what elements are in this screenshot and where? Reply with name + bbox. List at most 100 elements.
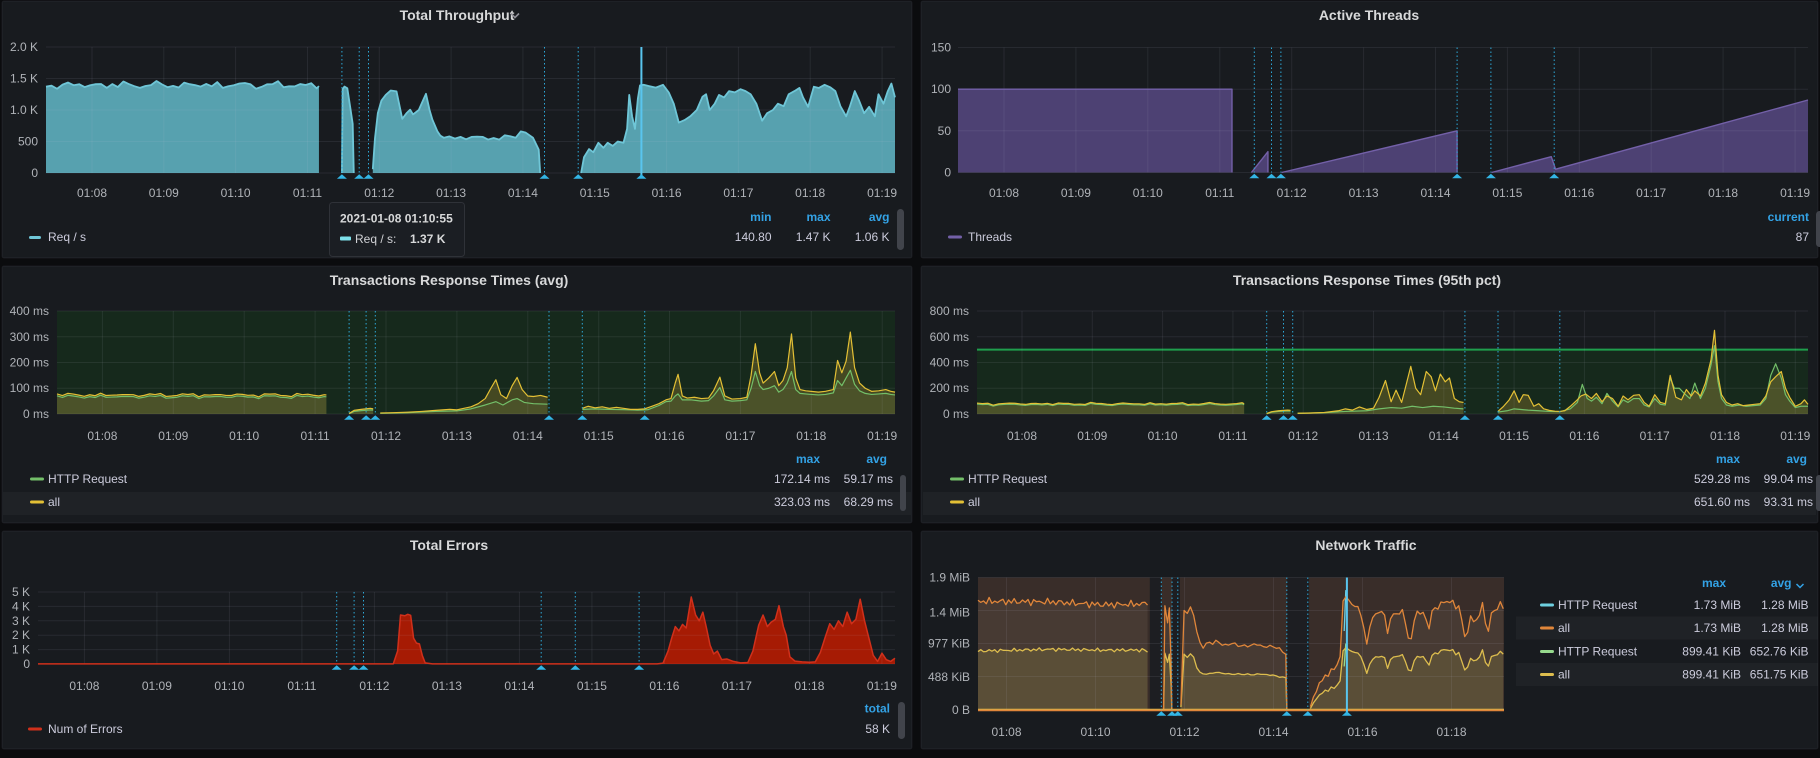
svg-text:01:12: 01:12: [1277, 186, 1307, 200]
svg-text:01:12: 01:12: [359, 679, 389, 693]
svg-text:01:08: 01:08: [87, 429, 117, 443]
svg-text:max: max: [806, 210, 830, 224]
svg-text:Active Threads: Active Threads: [1319, 7, 1420, 23]
svg-text:651.60 ms: 651.60 ms: [1694, 495, 1750, 509]
svg-text:Req / s: Req / s: [48, 230, 86, 244]
svg-text:01:15: 01:15: [1499, 429, 1529, 443]
svg-text:01:10: 01:10: [1133, 186, 1163, 200]
svg-text:current: current: [1768, 210, 1809, 224]
svg-text:all: all: [1558, 668, 1570, 682]
svg-text:01:17: 01:17: [722, 679, 752, 693]
svg-text:1.06 K: 1.06 K: [855, 230, 890, 244]
svg-text:01:17: 01:17: [1640, 429, 1670, 443]
svg-text:2021-01-08 01:10:55: 2021-01-08 01:10:55: [340, 212, 453, 226]
svg-text:01:08: 01:08: [1007, 429, 1037, 443]
svg-text:1.5 K: 1.5 K: [10, 72, 38, 86]
svg-text:01:15: 01:15: [580, 186, 610, 200]
svg-text:400 ms: 400 ms: [10, 304, 49, 318]
svg-text:140.80: 140.80: [735, 230, 772, 244]
svg-text:652.76 KiB: 652.76 KiB: [1750, 645, 1809, 659]
svg-text:99.04 ms: 99.04 ms: [1764, 472, 1813, 486]
svg-text:max: max: [1716, 452, 1740, 466]
svg-text:100: 100: [931, 82, 951, 96]
svg-text:2.0 K: 2.0 K: [10, 40, 38, 54]
svg-text:01:13: 01:13: [432, 679, 462, 693]
svg-text:1.0 K: 1.0 K: [10, 103, 38, 117]
svg-text:1.28 MiB: 1.28 MiB: [1761, 598, 1808, 612]
svg-text:01:10: 01:10: [221, 186, 251, 200]
svg-text:min: min: [750, 210, 771, 224]
svg-text:1.4 MiB: 1.4 MiB: [929, 605, 970, 619]
svg-text:68.29 ms: 68.29 ms: [844, 495, 893, 509]
svg-text:01:10: 01:10: [1080, 725, 1110, 739]
svg-text:600 ms: 600 ms: [930, 330, 969, 344]
svg-text:977 KiB: 977 KiB: [928, 637, 970, 651]
svg-text:2 K: 2 K: [12, 628, 30, 642]
svg-text:HTTP Request: HTTP Request: [968, 472, 1048, 486]
svg-text:01:16: 01:16: [1347, 725, 1377, 739]
svg-text:01:16: 01:16: [654, 429, 684, 443]
svg-text:01:11: 01:11: [1205, 186, 1234, 200]
svg-text:100 ms: 100 ms: [10, 381, 49, 395]
svg-text:Num of Errors: Num of Errors: [48, 722, 123, 736]
svg-text:01:18: 01:18: [1708, 186, 1738, 200]
svg-text:1.9 MiB: 1.9 MiB: [929, 571, 970, 585]
svg-text:01:08: 01:08: [989, 186, 1019, 200]
svg-text:01:14: 01:14: [1429, 429, 1459, 443]
svg-text:01:15: 01:15: [1492, 186, 1522, 200]
svg-text:all: all: [968, 495, 980, 509]
svg-text:01:14: 01:14: [513, 429, 543, 443]
svg-text:899.41 KiB: 899.41 KiB: [1682, 645, 1741, 659]
svg-text:5 K: 5 K: [12, 585, 30, 599]
svg-text:01:15: 01:15: [584, 429, 614, 443]
svg-text:avg: avg: [1771, 576, 1792, 590]
svg-text:01:14: 01:14: [504, 679, 534, 693]
svg-text:01:18: 01:18: [1710, 429, 1740, 443]
svg-text:93.31 ms: 93.31 ms: [1764, 495, 1813, 509]
svg-text:899.41 KiB: 899.41 KiB: [1682, 668, 1741, 682]
svg-text:1.28 MiB: 1.28 MiB: [1761, 621, 1808, 635]
svg-text:0 ms: 0 ms: [23, 407, 49, 421]
svg-text:488 KiB: 488 KiB: [928, 670, 970, 684]
svg-text:01:14: 01:14: [508, 186, 538, 200]
svg-text:01:18: 01:18: [1436, 725, 1466, 739]
svg-text:total: total: [865, 702, 890, 716]
svg-text:01:09: 01:09: [142, 679, 172, 693]
svg-text:Total Throughput: Total Throughput: [400, 7, 515, 23]
svg-text:01:13: 01:13: [442, 429, 472, 443]
svg-text:0: 0: [31, 166, 38, 180]
svg-text:0: 0: [944, 166, 951, 180]
svg-text:01:09: 01:09: [149, 186, 179, 200]
svg-text:58 K: 58 K: [865, 722, 890, 736]
svg-text:01:18: 01:18: [794, 679, 824, 693]
svg-text:50: 50: [938, 124, 952, 138]
svg-text:01:09: 01:09: [1061, 186, 1091, 200]
svg-text:01:16: 01:16: [649, 679, 679, 693]
svg-text:01:13: 01:13: [1358, 429, 1388, 443]
svg-text:172.14 ms: 172.14 ms: [774, 472, 830, 486]
svg-text:HTTP Request: HTTP Request: [48, 472, 128, 486]
svg-text:HTTP Request: HTTP Request: [1558, 645, 1638, 659]
svg-text:200 ms: 200 ms: [10, 356, 49, 370]
svg-text:01:18: 01:18: [795, 186, 825, 200]
svg-text:500: 500: [18, 135, 38, 149]
svg-text:avg: avg: [1786, 452, 1807, 466]
svg-text:Threads: Threads: [968, 230, 1012, 244]
svg-text:800 ms: 800 ms: [930, 304, 969, 318]
svg-text:1.73 MiB: 1.73 MiB: [1694, 621, 1741, 635]
svg-text:01:12: 01:12: [364, 186, 394, 200]
svg-text:01:10: 01:10: [1148, 429, 1178, 443]
svg-text:01:19: 01:19: [867, 429, 897, 443]
svg-text:01:17: 01:17: [725, 429, 755, 443]
svg-text:1.47 K: 1.47 K: [796, 230, 831, 244]
svg-text:01:19: 01:19: [867, 186, 897, 200]
svg-text:max: max: [1702, 576, 1726, 590]
svg-text:Total Errors: Total Errors: [410, 537, 489, 553]
svg-text:0 B: 0 B: [952, 703, 970, 717]
svg-text:01:16: 01:16: [652, 186, 682, 200]
svg-text:avg: avg: [869, 210, 890, 224]
svg-text:max: max: [796, 452, 820, 466]
svg-text:Network Traffic: Network Traffic: [1315, 537, 1416, 553]
svg-text:01:19: 01:19: [1780, 429, 1810, 443]
svg-text:300 ms: 300 ms: [10, 330, 49, 344]
